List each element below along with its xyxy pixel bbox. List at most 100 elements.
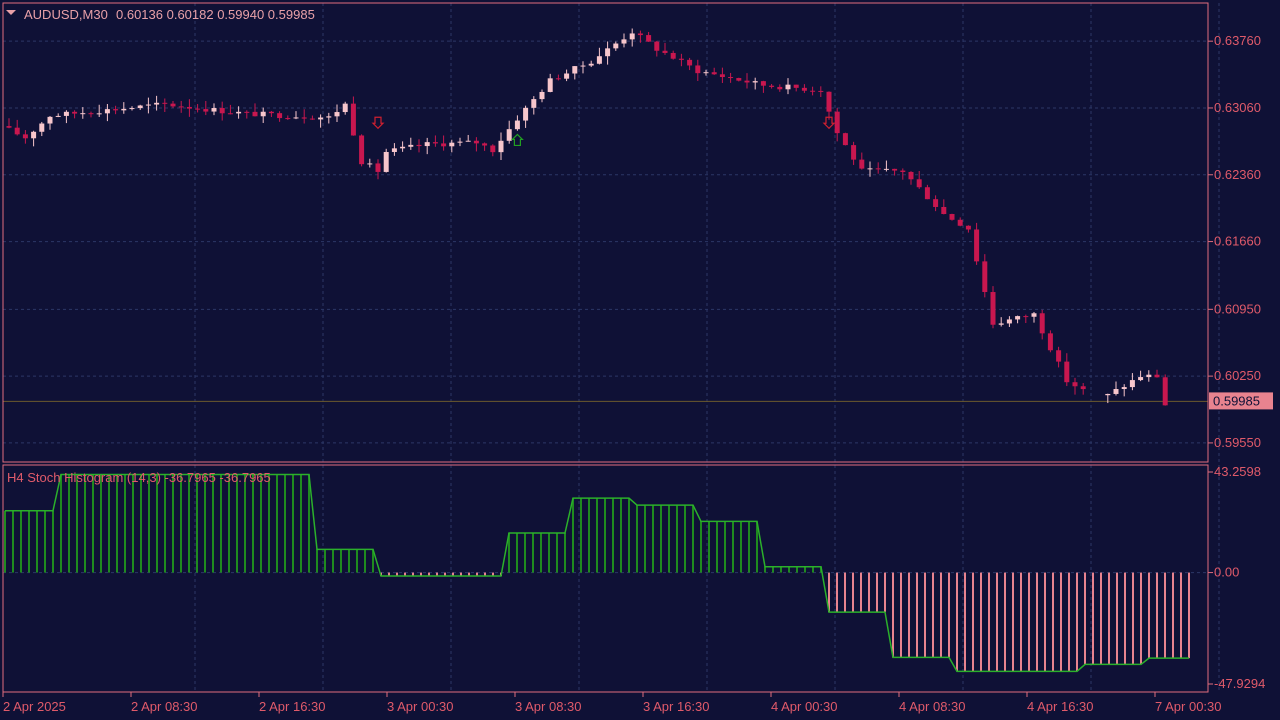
bear-candle <box>350 103 356 136</box>
bull-candle <box>236 111 242 114</box>
bear-candle <box>834 111 840 134</box>
bear-candle <box>375 163 381 172</box>
bear-candle <box>1023 316 1029 318</box>
bear-candle <box>203 109 209 112</box>
bull-candle <box>564 73 570 79</box>
bull-candle <box>367 163 373 165</box>
bull-candle <box>867 168 873 170</box>
price-tick-label: 0.62360 <box>1214 167 1261 182</box>
bull-candle <box>498 140 504 153</box>
bull-candle <box>588 63 594 66</box>
chart-canvas[interactable]: 0.63760 0.63060 0.62360 0.61660 0.60950 0.602… <box>0 0 1280 720</box>
bear-candle <box>22 134 28 139</box>
bear-candle <box>957 219 963 226</box>
bull-candle <box>211 108 217 112</box>
bull-candle <box>154 102 160 105</box>
bear-candle <box>900 170 906 172</box>
bear-candle <box>6 126 12 128</box>
chart-menu-triangle-icon[interactable] <box>6 10 16 15</box>
bear-candle <box>1072 382 1078 387</box>
indicator-label: H4 Stoch Histogram (14,3) -36.7965 -36.7… <box>7 470 271 485</box>
bear-candle <box>252 111 258 117</box>
bear-candle <box>719 74 725 78</box>
bear-candle <box>1162 377 1168 406</box>
bear-candle <box>777 86 783 90</box>
bull-candle <box>449 142 455 147</box>
price-tick-label: 0.61660 <box>1214 234 1261 249</box>
bear-candle <box>1064 361 1070 383</box>
bear-candle <box>1154 374 1160 378</box>
ohlc-readout: 0.60136 0.60182 0.59940 0.59985 <box>116 7 315 22</box>
bull-candle <box>63 111 69 116</box>
bull-candle <box>621 39 627 44</box>
bear-candle <box>875 168 881 170</box>
bull-candle <box>613 43 619 49</box>
bull-candle <box>580 65 586 67</box>
price-pane-frame <box>2 2 1209 463</box>
bear-candle <box>637 33 643 36</box>
bull-candle <box>104 109 110 114</box>
bear-candle <box>892 168 898 171</box>
time-tick-label: 2 Apr 2025 <box>3 699 66 714</box>
time-tick-label: 4 Apr 08:30 <box>899 699 966 714</box>
time-tick-label: 7 Apr 00:30 <box>1155 699 1222 714</box>
bull-candle <box>506 129 512 141</box>
bull-candle <box>998 323 1004 325</box>
bull-candle <box>39 123 45 132</box>
bear-candle <box>186 106 192 109</box>
bear-candle <box>555 78 561 80</box>
time-tick-label: 4 Apr 16:30 <box>1027 699 1094 714</box>
chart-frame <box>2 2 1209 693</box>
price-tick-label: 0.63760 <box>1214 33 1261 48</box>
histogram-tick-label: 43.2598 <box>1214 464 1261 479</box>
bear-candle <box>162 102 168 104</box>
bull-candle <box>326 116 332 118</box>
bear-candle <box>982 261 988 293</box>
time-tick-label: 2 Apr 08:30 <box>131 699 198 714</box>
bull-candle <box>334 112 340 117</box>
bull-candle <box>80 113 86 115</box>
bear-candle <box>924 187 930 200</box>
bear-candle <box>695 65 701 74</box>
bull-candle <box>785 84 791 90</box>
bear-candle <box>432 142 438 144</box>
bear-candle <box>88 113 94 115</box>
price-tick-label: 0.63060 <box>1214 100 1261 115</box>
bear-candle <box>760 81 766 86</box>
bear-candle <box>662 50 668 53</box>
bear-candle <box>301 117 307 119</box>
bear-candle <box>309 118 315 120</box>
bear-candle <box>859 159 865 169</box>
time-tick-label: 3 Apr 00:30 <box>387 699 454 714</box>
time-tick-label: 3 Apr 08:30 <box>515 699 582 714</box>
bear-candle <box>801 87 807 91</box>
bear-candle <box>1056 350 1062 362</box>
bull-candle <box>1105 393 1111 396</box>
bull-candle <box>465 140 471 142</box>
bull-candle <box>260 111 266 117</box>
bear-candle <box>810 90 816 92</box>
buy-arrow-icon <box>510 133 524 147</box>
bear-candle <box>965 225 971 230</box>
bear-candle <box>974 229 980 262</box>
bear-candle <box>178 106 184 108</box>
bear-candle <box>359 135 365 165</box>
bear-candle <box>473 140 479 144</box>
bear-candle <box>678 58 684 60</box>
bull-candle <box>1121 387 1127 390</box>
bear-candle <box>72 111 78 114</box>
sell-arrow-icon <box>371 116 385 130</box>
bull-candle <box>400 146 406 149</box>
bull-candle <box>1015 316 1021 320</box>
bear-candle <box>670 52 676 59</box>
bull-candle <box>1129 380 1135 388</box>
bear-candle <box>990 292 996 325</box>
bull-candle <box>572 66 578 74</box>
bear-candle <box>219 108 225 114</box>
price-tick-label: 0.60950 <box>1214 301 1261 316</box>
bull-candle <box>121 108 127 111</box>
bull-candle <box>424 142 430 147</box>
bull-candle <box>605 48 611 57</box>
time-tick-label: 3 Apr 16:30 <box>643 699 710 714</box>
bear-candle <box>949 214 955 220</box>
